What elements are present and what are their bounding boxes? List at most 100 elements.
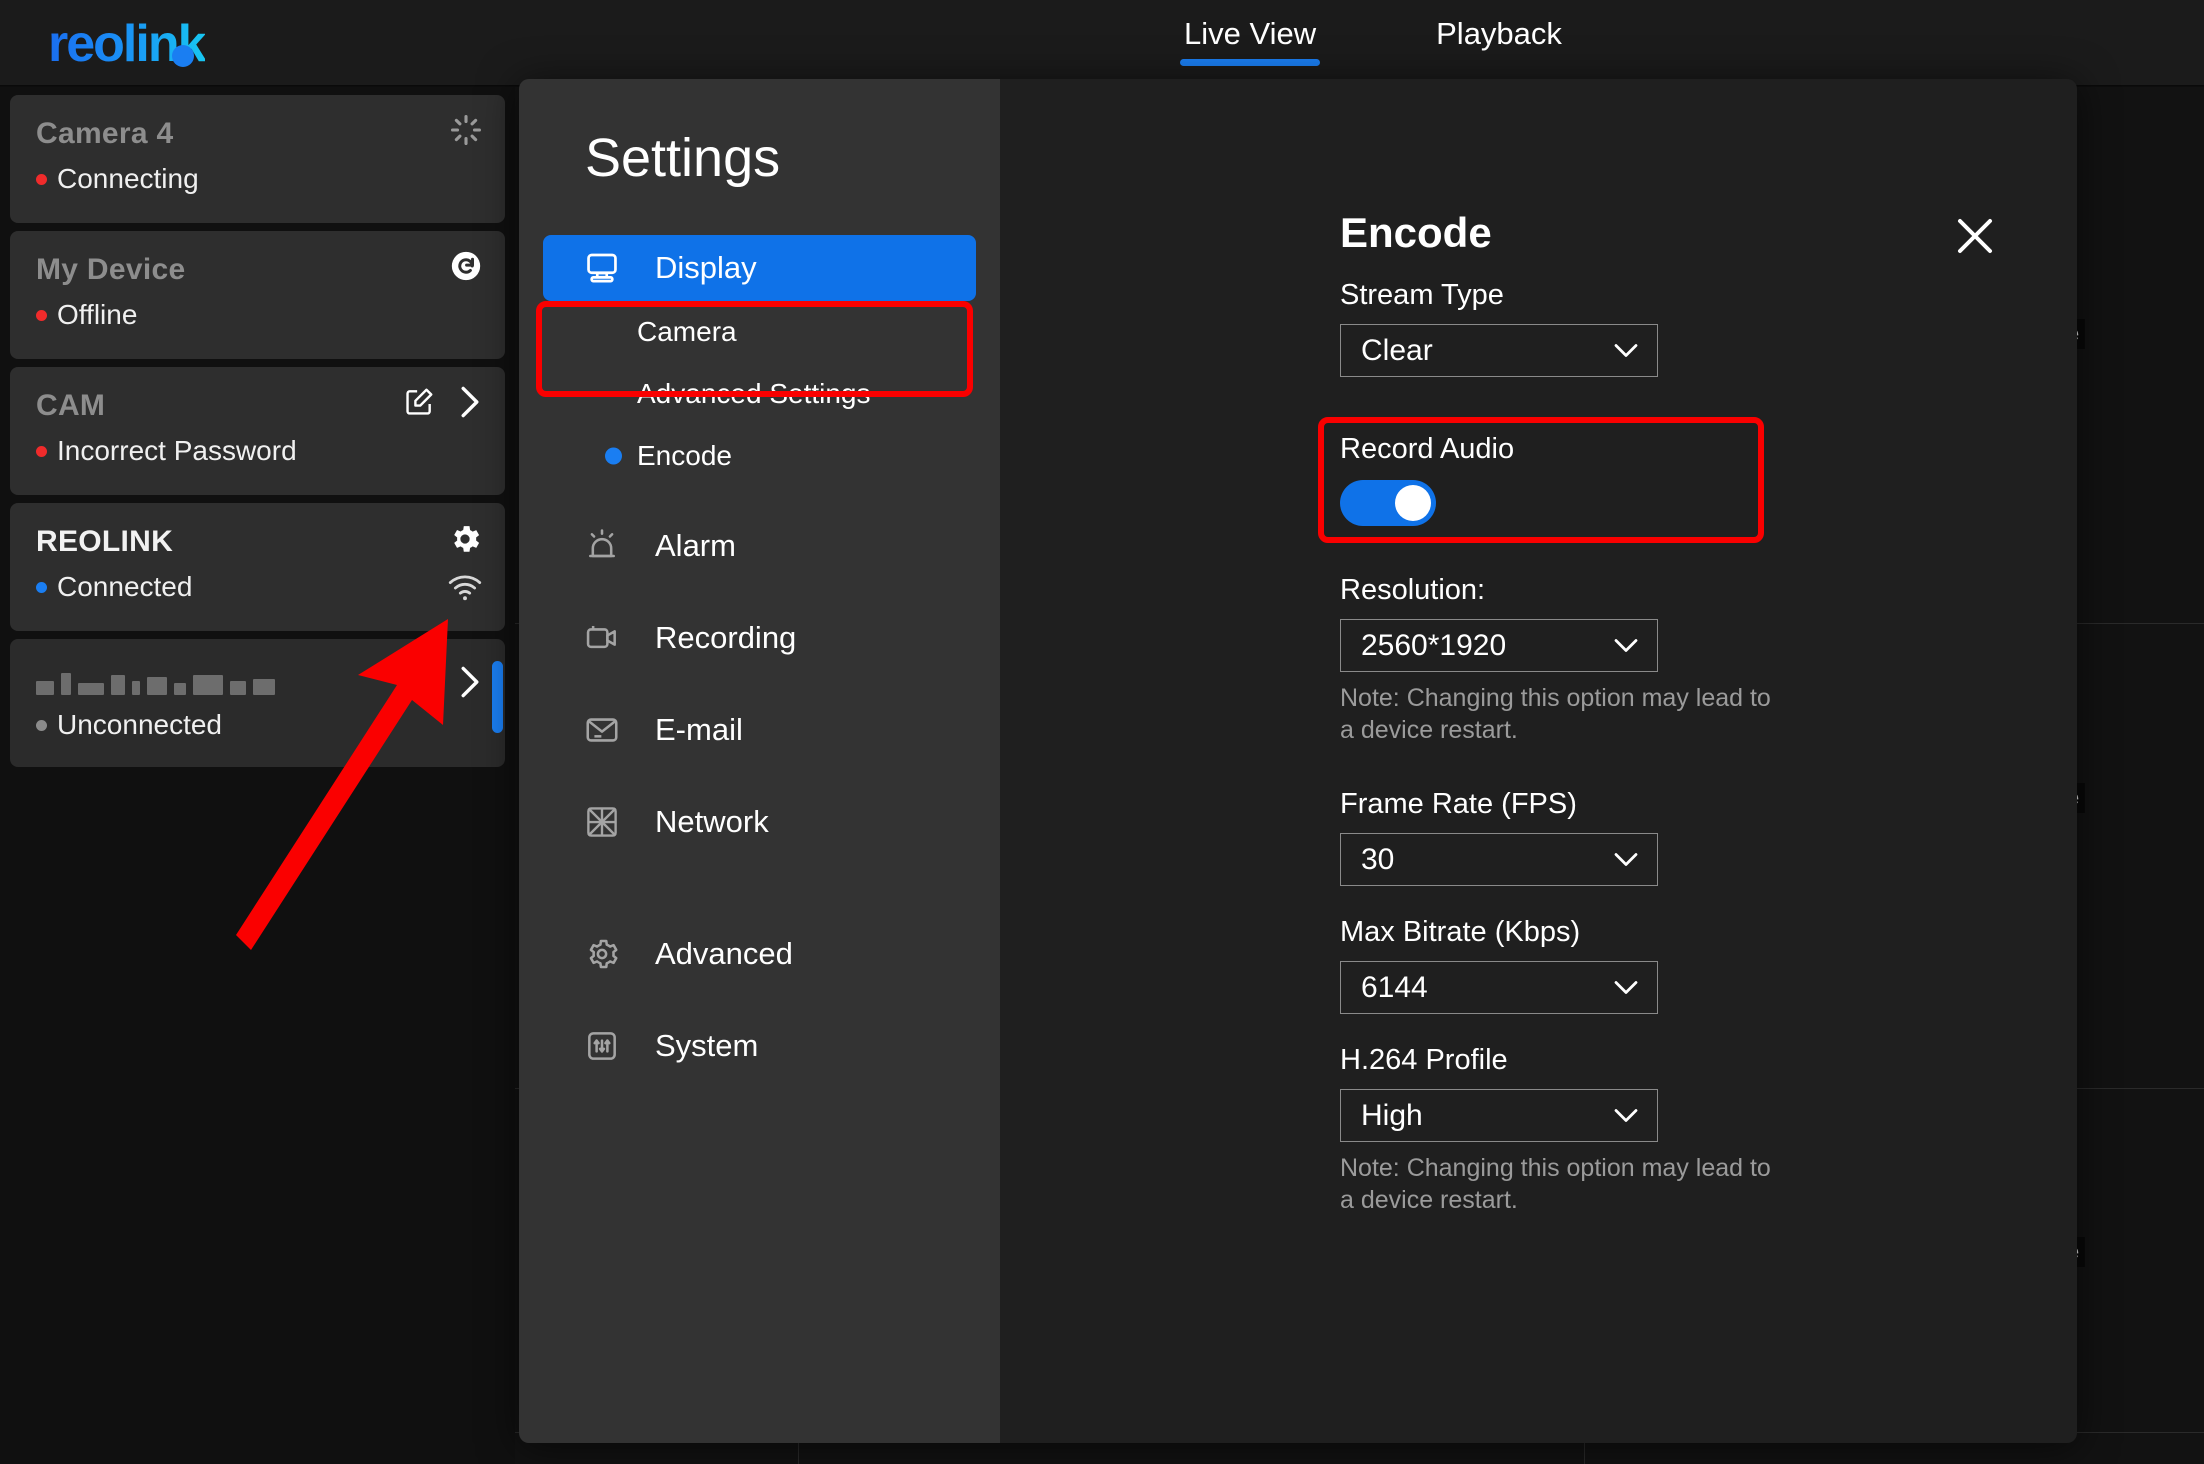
nav-item-advanced-label: Advanced: [655, 936, 793, 971]
selected-dot-icon: [605, 447, 622, 465]
system-icon: [583, 1027, 621, 1065]
resolution-select[interactable]: 2560*1920: [1340, 619, 1658, 672]
frame-rate-label: Frame Rate (FPS): [1340, 788, 1577, 820]
envelope-icon: [583, 711, 621, 749]
device-status: Unconnected: [36, 709, 483, 741]
nav-item-email[interactable]: E-mail: [543, 697, 976, 763]
main-tabs: Live View Playback: [1180, 0, 1566, 72]
toggle-knob: [1395, 485, 1431, 521]
settings-title: Settings: [585, 128, 781, 188]
nav-item-display-label: Display: [655, 250, 757, 285]
chevron-down-icon: [1614, 344, 1638, 357]
device-status-label: Incorrect Password: [57, 435, 297, 466]
nav-item-recording[interactable]: Recording: [543, 605, 976, 671]
status-dot-icon: [36, 445, 47, 457]
alarm-icon: [583, 527, 621, 565]
tab-playback[interactable]: Playback: [1432, 0, 1566, 72]
encode-panel: Encode Stream Type Clear Record Audio Re…: [1000, 79, 2077, 1443]
device-card-reolink[interactable]: REOLINK Connected: [10, 503, 505, 631]
settings-modal: Settings Display Camera Advanced Setting…: [519, 79, 2077, 1443]
nav-item-alarm[interactable]: Alarm: [543, 513, 976, 579]
tab-live-view-label: Live View: [1184, 16, 1317, 51]
chevron-down-icon: [1614, 853, 1638, 866]
chevron-right-icon[interactable]: [457, 385, 483, 424]
tab-live-view[interactable]: Live View: [1180, 0, 1321, 72]
device-card-redacted[interactable]: Unconnected: [10, 639, 505, 767]
sidebar-scrollbar-thumb[interactable]: [492, 661, 503, 733]
tab-playback-label: Playback: [1436, 16, 1562, 51]
spinner-icon: [449, 113, 483, 152]
stream-type-select[interactable]: Clear: [1340, 324, 1658, 377]
logo-dot-icon: [172, 45, 194, 67]
device-card-my-device[interactable]: My Device Offline: [10, 231, 505, 359]
device-status-label: Unconnected: [57, 709, 223, 740]
h264-profile-value: High: [1361, 1098, 1423, 1132]
device-status-label: Offline: [57, 299, 138, 330]
max-bitrate-label: Max Bitrate (Kbps): [1340, 916, 1581, 948]
nav-subitem-advanced-settings-label: Advanced Settings: [637, 378, 871, 409]
device-status-label: Connected: [57, 571, 193, 602]
nav-item-recording-label: Recording: [655, 620, 797, 655]
device-name: Camera 4: [36, 117, 174, 150]
monitor-icon: [583, 249, 621, 287]
device-status: Offline: [36, 299, 483, 331]
resolution-value: 2560*1920: [1361, 628, 1507, 662]
stream-type-label: Stream Type: [1340, 279, 1504, 311]
device-status-label: Connecting: [57, 163, 199, 194]
nav-item-network[interactable]: Network: [543, 789, 976, 855]
device-name: REOLINK: [36, 525, 174, 558]
close-icon[interactable]: [1951, 212, 1999, 260]
nav-item-display[interactable]: Display: [543, 235, 976, 301]
h264-profile-select[interactable]: High: [1340, 1089, 1658, 1142]
device-sidebar: Camera 4 Connecting My Device Offline CA…: [0, 87, 515, 1464]
nav-item-email-label: E-mail: [655, 712, 743, 747]
max-bitrate-value: 6144: [1361, 970, 1428, 1004]
nav-item-network-label: Network: [655, 804, 769, 839]
chevron-down-icon: [1614, 981, 1638, 994]
status-dot-icon: [36, 581, 47, 593]
chevron-down-icon: [1614, 639, 1638, 652]
chevron-down-icon: [1614, 1109, 1638, 1122]
nav-subitem-encode-label: Encode: [637, 440, 732, 471]
device-card-cam[interactable]: CAM Incorrect Password: [10, 367, 505, 495]
h264-profile-label: H.264 Profile: [1340, 1044, 1508, 1076]
nav-subitem-encode[interactable]: Encode: [519, 425, 1000, 487]
record-audio-label: Record Audio: [1340, 433, 1515, 465]
video-camera-icon: [583, 619, 621, 657]
device-status: Connecting: [36, 163, 483, 195]
top-bar: reolink Live View Playback: [0, 0, 2204, 86]
nav-subitem-advanced-settings[interactable]: Advanced Settings: [519, 363, 1000, 425]
nav-item-system-label: System: [655, 1028, 759, 1063]
refresh-icon[interactable]: [449, 249, 483, 288]
resolution-note: Note: Changing this option may lead to a…: [1340, 684, 1771, 744]
max-bitrate-select[interactable]: 6144: [1340, 961, 1658, 1014]
h264-profile-note: Note: Changing this option may lead to a…: [1340, 1154, 1771, 1214]
nav-item-advanced[interactable]: Advanced: [543, 921, 976, 987]
settings-nav: Settings Display Camera Advanced Setting…: [519, 79, 1000, 1443]
frame-rate-select[interactable]: 30: [1340, 833, 1658, 886]
gear-icon[interactable]: [447, 521, 483, 562]
chevron-right-icon[interactable]: [457, 665, 483, 704]
nav-subitem-camera-label: Camera: [637, 316, 737, 347]
tab-active-underline: [1180, 59, 1321, 66]
nav-subitem-camera[interactable]: Camera: [519, 301, 1000, 363]
gear-icon: [583, 935, 621, 973]
edit-icon[interactable]: [403, 386, 435, 423]
status-dot-icon: [36, 173, 47, 185]
stream-type-value: Clear: [1361, 333, 1433, 367]
frame-rate-value: 30: [1361, 842, 1395, 876]
device-name: My Device: [36, 253, 186, 286]
refresh-icon[interactable]: [401, 665, 435, 704]
device-status: Incorrect Password: [36, 435, 483, 467]
wifi-icon: [447, 574, 483, 607]
record-audio-group: Record Audio: [1318, 417, 2077, 543]
device-card-camera-4[interactable]: Camera 4 Connecting: [10, 95, 505, 223]
status-dot-icon: [36, 719, 47, 731]
nav-item-alarm-label: Alarm: [655, 528, 736, 563]
resolution-label: Resolution:: [1340, 574, 1486, 606]
nav-item-system[interactable]: System: [543, 1013, 976, 1079]
device-status: Connected: [36, 571, 483, 603]
record-audio-toggle[interactable]: [1340, 480, 1436, 526]
status-dot-icon: [36, 309, 47, 321]
network-icon: [583, 803, 621, 841]
